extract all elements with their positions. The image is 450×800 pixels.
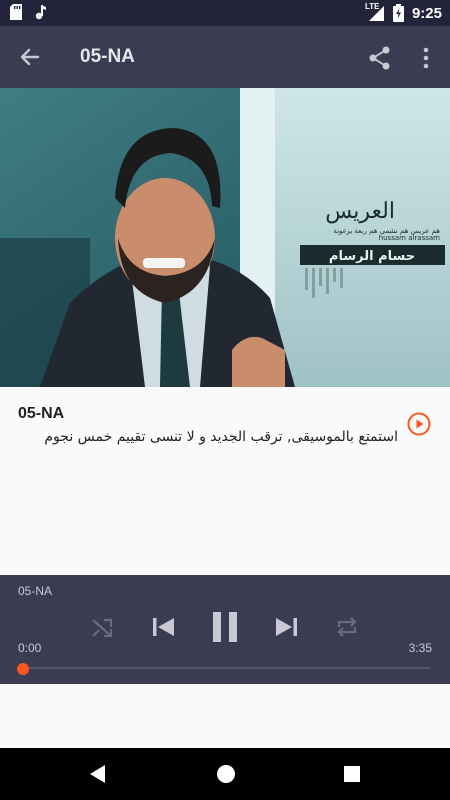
back-arrow-icon[interactable]: [14, 43, 46, 71]
track-name: 05-NA: [18, 405, 65, 422]
elapsed-time: 0:00: [18, 641, 42, 655]
share-icon[interactable]: [366, 44, 394, 72]
logo-latin: hussam alrassam: [379, 234, 440, 242]
cover-artwork: العريس هم عريس هم نشمي هم ربعة يزغونة hu…: [0, 88, 450, 387]
page-title: 05-NA: [80, 46, 135, 67]
album-cover: العريس هم عريس هم نشمي هم ربعة يزغونة hu…: [0, 88, 450, 387]
logo-arabic: العريس: [325, 199, 395, 224]
system-nav-bar: [0, 748, 450, 800]
nav-home-icon[interactable]: [216, 764, 236, 784]
skip-previous-icon[interactable]: [150, 611, 176, 643]
play-circle-icon[interactable]: [406, 411, 432, 437]
signal-icon: [368, 6, 384, 21]
status-bar: LTE 9:25: [0, 0, 450, 26]
repeat-icon[interactable]: [334, 611, 360, 643]
bottom-blank-area: [0, 684, 450, 748]
nav-back-icon[interactable]: [88, 764, 108, 784]
total-duration: 3:35: [408, 641, 432, 655]
logo-arabic-2: حسام الرسام: [329, 249, 415, 264]
nav-recents-icon[interactable]: [343, 764, 361, 784]
skip-next-icon[interactable]: [274, 611, 300, 643]
sd-card-icon: [10, 4, 22, 20]
more-vert-icon[interactable]: [414, 44, 438, 72]
app-toolbar: 05-NA: [0, 26, 450, 88]
seek-bar[interactable]: [20, 667, 430, 669]
clock: 9:25: [411, 4, 442, 22]
battery-charging-icon: [392, 4, 404, 22]
mini-player: 05-NA 0:00 3:35: [0, 575, 450, 684]
seek-thumb[interactable]: [17, 663, 29, 675]
shuffle-icon[interactable]: [90, 611, 114, 643]
track-info: 05-NA استمتع بالموسيقى, ترقب الجديد و لا…: [0, 387, 450, 575]
player-track-title: 05-NA: [18, 584, 53, 598]
music-note-icon: [35, 5, 46, 20]
track-description: استمتع بالموسيقى, ترقب الجديد و لا تنسى …: [44, 429, 398, 445]
pause-icon[interactable]: [210, 611, 240, 643]
